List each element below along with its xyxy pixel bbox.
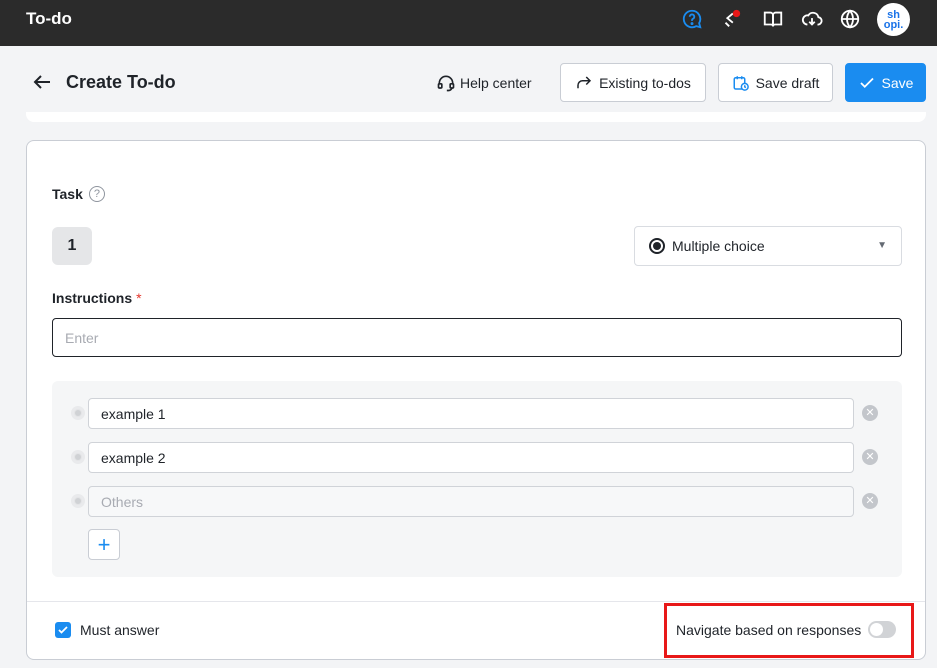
calendar-clock-icon <box>733 75 749 91</box>
top-bar: To-do sh opi. <box>0 0 937 46</box>
question-circle-icon[interactable]: ? <box>88 186 105 202</box>
task-card: Task ? 1 Multiple choice ▼ Instructions *… <box>26 140 926 660</box>
navigate-toggle-row[interactable]: Navigate based on responses <box>676 621 897 638</box>
arrow-left-icon[interactable] <box>30 70 54 94</box>
headset-icon <box>437 75 455 92</box>
previous-card-edge <box>26 112 926 122</box>
navigate-label: Navigate based on responses <box>676 621 862 638</box>
footer-divider <box>27 601 925 602</box>
caret-down-icon: ▼ <box>877 240 887 251</box>
page-header: Create To-do Help center Existing to-dos… <box>0 46 937 118</box>
option-input-others[interactable] <box>88 486 854 517</box>
question-type-value: Multiple choice <box>672 238 765 254</box>
save-label: Save <box>881 74 914 91</box>
remove-icon[interactable]: ✕ <box>862 493 878 509</box>
help-question-icon[interactable] <box>680 7 704 31</box>
instructions-label-text: Instructions <box>52 290 133 306</box>
avatar[interactable]: sh opi. <box>877 3 910 36</box>
task-number-badge: 1 <box>52 227 92 265</box>
save-draft-label: Save draft <box>755 74 820 91</box>
option-input-1[interactable] <box>88 398 854 429</box>
option-radio-icon <box>71 406 85 420</box>
must-answer-checkbox[interactable]: Must answer <box>55 622 159 638</box>
help-center-label: Help center <box>460 75 532 91</box>
plus-icon: + <box>97 531 111 557</box>
instructions-input[interactable] <box>52 318 902 357</box>
radio-icon <box>649 238 665 254</box>
app-title: To-do <box>26 9 72 28</box>
option-radio-icon <box>71 450 85 464</box>
check-icon <box>859 77 874 88</box>
task-label-text: Task <box>52 186 83 202</box>
required-mark: * <box>136 290 142 306</box>
existing-todos-label: Existing to-dos <box>599 74 691 91</box>
remove-icon[interactable]: ✕ <box>862 405 878 421</box>
navigate-toggle-switch[interactable] <box>868 621 897 638</box>
option-radio-icon <box>71 494 85 508</box>
add-option-button[interactable]: + <box>88 529 120 560</box>
option-input-2[interactable] <box>88 442 854 473</box>
must-answer-label: Must answer <box>80 622 160 638</box>
save-draft-button[interactable]: Save draft <box>718 63 833 102</box>
task-label: Task ? <box>52 186 105 202</box>
checkbox-checked-icon[interactable] <box>55 622 71 638</box>
remove-icon[interactable]: ✕ <box>862 449 878 465</box>
forward-icon <box>577 75 592 88</box>
options-list: ✕ ✕ ✕ + <box>52 381 902 577</box>
question-type-select[interactable]: Multiple choice ▼ <box>634 226 902 266</box>
cloud-download-icon[interactable] <box>800 7 824 31</box>
globe-icon[interactable] <box>838 7 862 31</box>
existing-todos-button[interactable]: Existing to-dos <box>560 63 706 102</box>
page-title: Create To-do <box>66 72 176 92</box>
book-icon[interactable] <box>761 7 785 31</box>
save-button[interactable]: Save <box>845 63 926 102</box>
share-icon[interactable] <box>719 7 743 31</box>
help-center-link[interactable]: Help center <box>436 71 532 95</box>
instructions-label: Instructions * <box>52 290 142 306</box>
